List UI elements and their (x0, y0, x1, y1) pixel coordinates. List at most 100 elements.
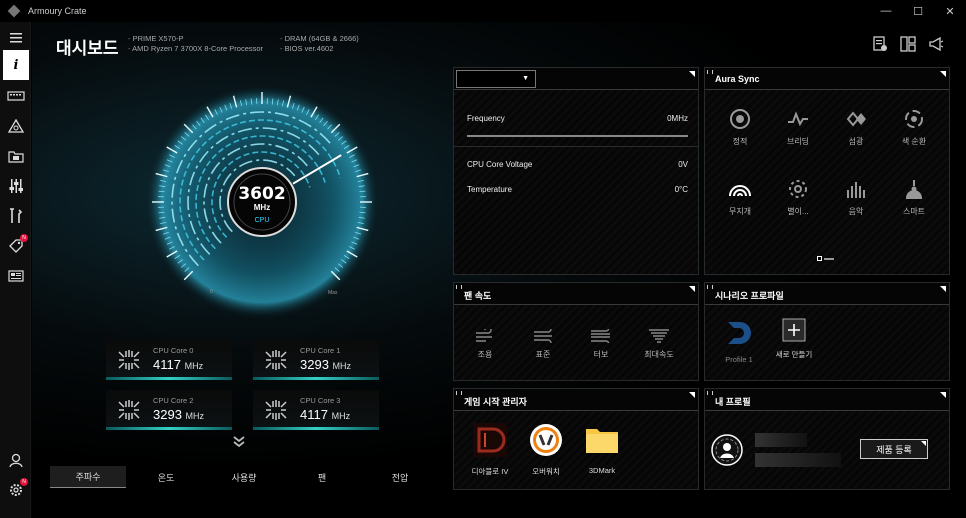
tab-temperature[interactable]: 온도 (128, 466, 204, 488)
panel-expand-icon[interactable] (940, 71, 946, 77)
aura-mode-label: 브리딩 (786, 137, 810, 146)
cpu-core-icon (265, 400, 287, 420)
smart-icon (905, 180, 923, 199)
motherboard-model: PRIME X570-P (128, 34, 263, 44)
aura-mode-rainbow[interactable]: 무지개 (712, 178, 768, 217)
new-profile-button[interactable]: 새로 만들기 (766, 318, 822, 360)
color-cycle-icon (905, 110, 923, 128)
sliders-icon (9, 179, 23, 193)
panel-expand-icon[interactable] (689, 392, 695, 398)
sidebar-item-settings[interactable]: N (4, 478, 28, 502)
page-title: 대시보드 (56, 39, 119, 59)
minimize-button[interactable]: — (870, 0, 902, 22)
aura-mode-strobe[interactable]: 섬광 (828, 108, 884, 147)
aura-mode-music[interactable]: 음악 (828, 178, 884, 217)
tab-fan[interactable]: 팬 (284, 466, 360, 488)
sidebar-item-game-library[interactable] (4, 144, 28, 168)
tab-frequency[interactable]: 주파수 (50, 466, 126, 488)
layout-toggle-icon[interactable] (900, 36, 916, 52)
core-name: CPU Core 0 (153, 346, 194, 355)
main-content: 대시보드 PRIME X570-P AMD Ryzen 7 3700X 8-Co… (32, 22, 966, 518)
static-icon (730, 109, 750, 129)
strobe-icon (846, 111, 866, 127)
tab-usage[interactable]: 사용량 (206, 466, 282, 488)
new-profile-label: 새로 만들기 (775, 350, 813, 359)
monitor-panel: ▼ Frequency 0MHz CPU Core Voltage 0V Tem… (453, 67, 699, 275)
notification-badge: N (20, 478, 28, 486)
sidebar-item-settings-tuning[interactable] (4, 174, 28, 198)
core-name: CPU Core 1 (300, 346, 341, 355)
game-label: 3DMark (588, 466, 616, 475)
my-profile-title: 내 프로필 (715, 397, 751, 407)
announcement-icon[interactable] (928, 36, 944, 52)
starry-night-icon (789, 180, 807, 198)
page-dot (824, 257, 834, 260)
voltage-label: CPU Core Voltage (467, 160, 533, 169)
cpu-core-card: CPU Core 0 4117 MHz (106, 340, 232, 380)
aura-mode-breathing[interactable]: 브리딩 (770, 108, 826, 147)
sidebar-item-aura[interactable] (4, 114, 28, 138)
diablo-iv-icon (473, 423, 507, 457)
folder-game-icon (8, 151, 24, 163)
game-overwatch[interactable]: 오버워치 (518, 421, 574, 477)
tab-voltage[interactable]: 전압 (362, 466, 438, 488)
sidebar: i N N (0, 22, 31, 518)
wind-full-speed-icon (649, 329, 669, 343)
my-profile-panel: 내 프로필 제품 등록 (704, 388, 950, 490)
dashboard-tabs: 주파수 온도 사용량 팬 전압 (50, 466, 440, 488)
game-diablo-iv[interactable]: 디아블로 IV (462, 421, 518, 477)
armoury-crate-logo-icon (7, 4, 21, 18)
aura-mode-label: 음악 (848, 207, 864, 216)
game-3dmark[interactable]: 3DMark (574, 421, 630, 475)
username-redacted (755, 433, 807, 447)
panel-expand-icon[interactable] (940, 392, 946, 398)
fan-speed-panel: 팬 속도 조용 표준 터보 최대속도 (453, 282, 699, 381)
chevron-down-icon[interactable] (232, 435, 246, 449)
sidebar-item-dashboard[interactable]: i (3, 50, 29, 80)
scenario-profile-title: 시나리오 프로파일 (715, 291, 784, 301)
game-launcher-panel: 게임 시작 관리자 디아블로 IV 오버워치 3DMark (453, 388, 699, 490)
aura-mode-static[interactable]: 정적 (712, 108, 768, 147)
aura-mode-smart[interactable]: 스마트 (886, 178, 942, 217)
aura-page-indicator[interactable] (817, 256, 834, 261)
cpu-frequency-gauge: 3602 MHz CPU 0 Max (132, 72, 392, 332)
core-name: CPU Core 2 (153, 396, 194, 405)
fan-mode-standard[interactable]: 표준 (515, 329, 571, 360)
cpu-core-card: CPU Core 2 3293 MHz (106, 390, 232, 430)
monitor-dropdown[interactable]: ▼ (456, 70, 536, 88)
avatar[interactable] (710, 433, 744, 467)
bios-version: BIOS ver.4602 (280, 44, 359, 54)
cpu-model: AMD Ryzen 7 3700X 8-Core Processor (128, 44, 263, 54)
system-info-left: PRIME X570-P AMD Ryzen 7 3700X 8-Core Pr… (128, 34, 263, 54)
panel-expand-icon[interactable] (940, 286, 946, 292)
add-icon (782, 318, 806, 342)
fan-mode-full-speed[interactable]: 최대속도 (631, 329, 687, 360)
sidebar-item-device[interactable] (4, 84, 28, 108)
core-frequency-unit: MHz (332, 361, 352, 371)
sidebar-item-news[interactable] (4, 264, 28, 288)
game-label: 디아블로 IV (471, 467, 509, 476)
panel-expand-icon[interactable] (689, 71, 695, 77)
aura-mode-color-cycle[interactable]: 색 순환 (886, 108, 942, 147)
sidebar-item-deals[interactable]: N (4, 234, 28, 258)
cpu-core-card: CPU Core 3 4117 MHz (253, 390, 379, 430)
fan-mode-silent[interactable]: 조용 (457, 329, 513, 360)
keyboard-icon (7, 91, 25, 101)
profile-1-item[interactable]: Profile 1 (711, 318, 767, 364)
profile-d-logo-icon (728, 322, 751, 344)
hamburger-menu-icon[interactable] (4, 26, 28, 50)
register-product-button[interactable]: 제품 등록 (860, 439, 928, 459)
fan-mode-label: 최대속도 (644, 350, 674, 359)
aura-mode-starry-night[interactable]: 별이... (770, 178, 826, 217)
core-frequency-value: 3293 (300, 357, 329, 372)
panel-expand-icon[interactable] (689, 286, 695, 292)
register-product-icon[interactable] (872, 36, 888, 52)
sidebar-item-account[interactable] (4, 448, 28, 472)
sidebar-item-tools[interactable] (4, 204, 28, 228)
frequency-label: Frequency (467, 114, 505, 123)
fan-mode-label: 조용 (477, 350, 493, 359)
maximize-button[interactable]: ☐ (902, 0, 934, 22)
close-button[interactable]: ✕ (934, 0, 966, 22)
fan-mode-turbo[interactable]: 터보 (573, 329, 629, 360)
core-frequency-unit: MHz (184, 361, 204, 371)
